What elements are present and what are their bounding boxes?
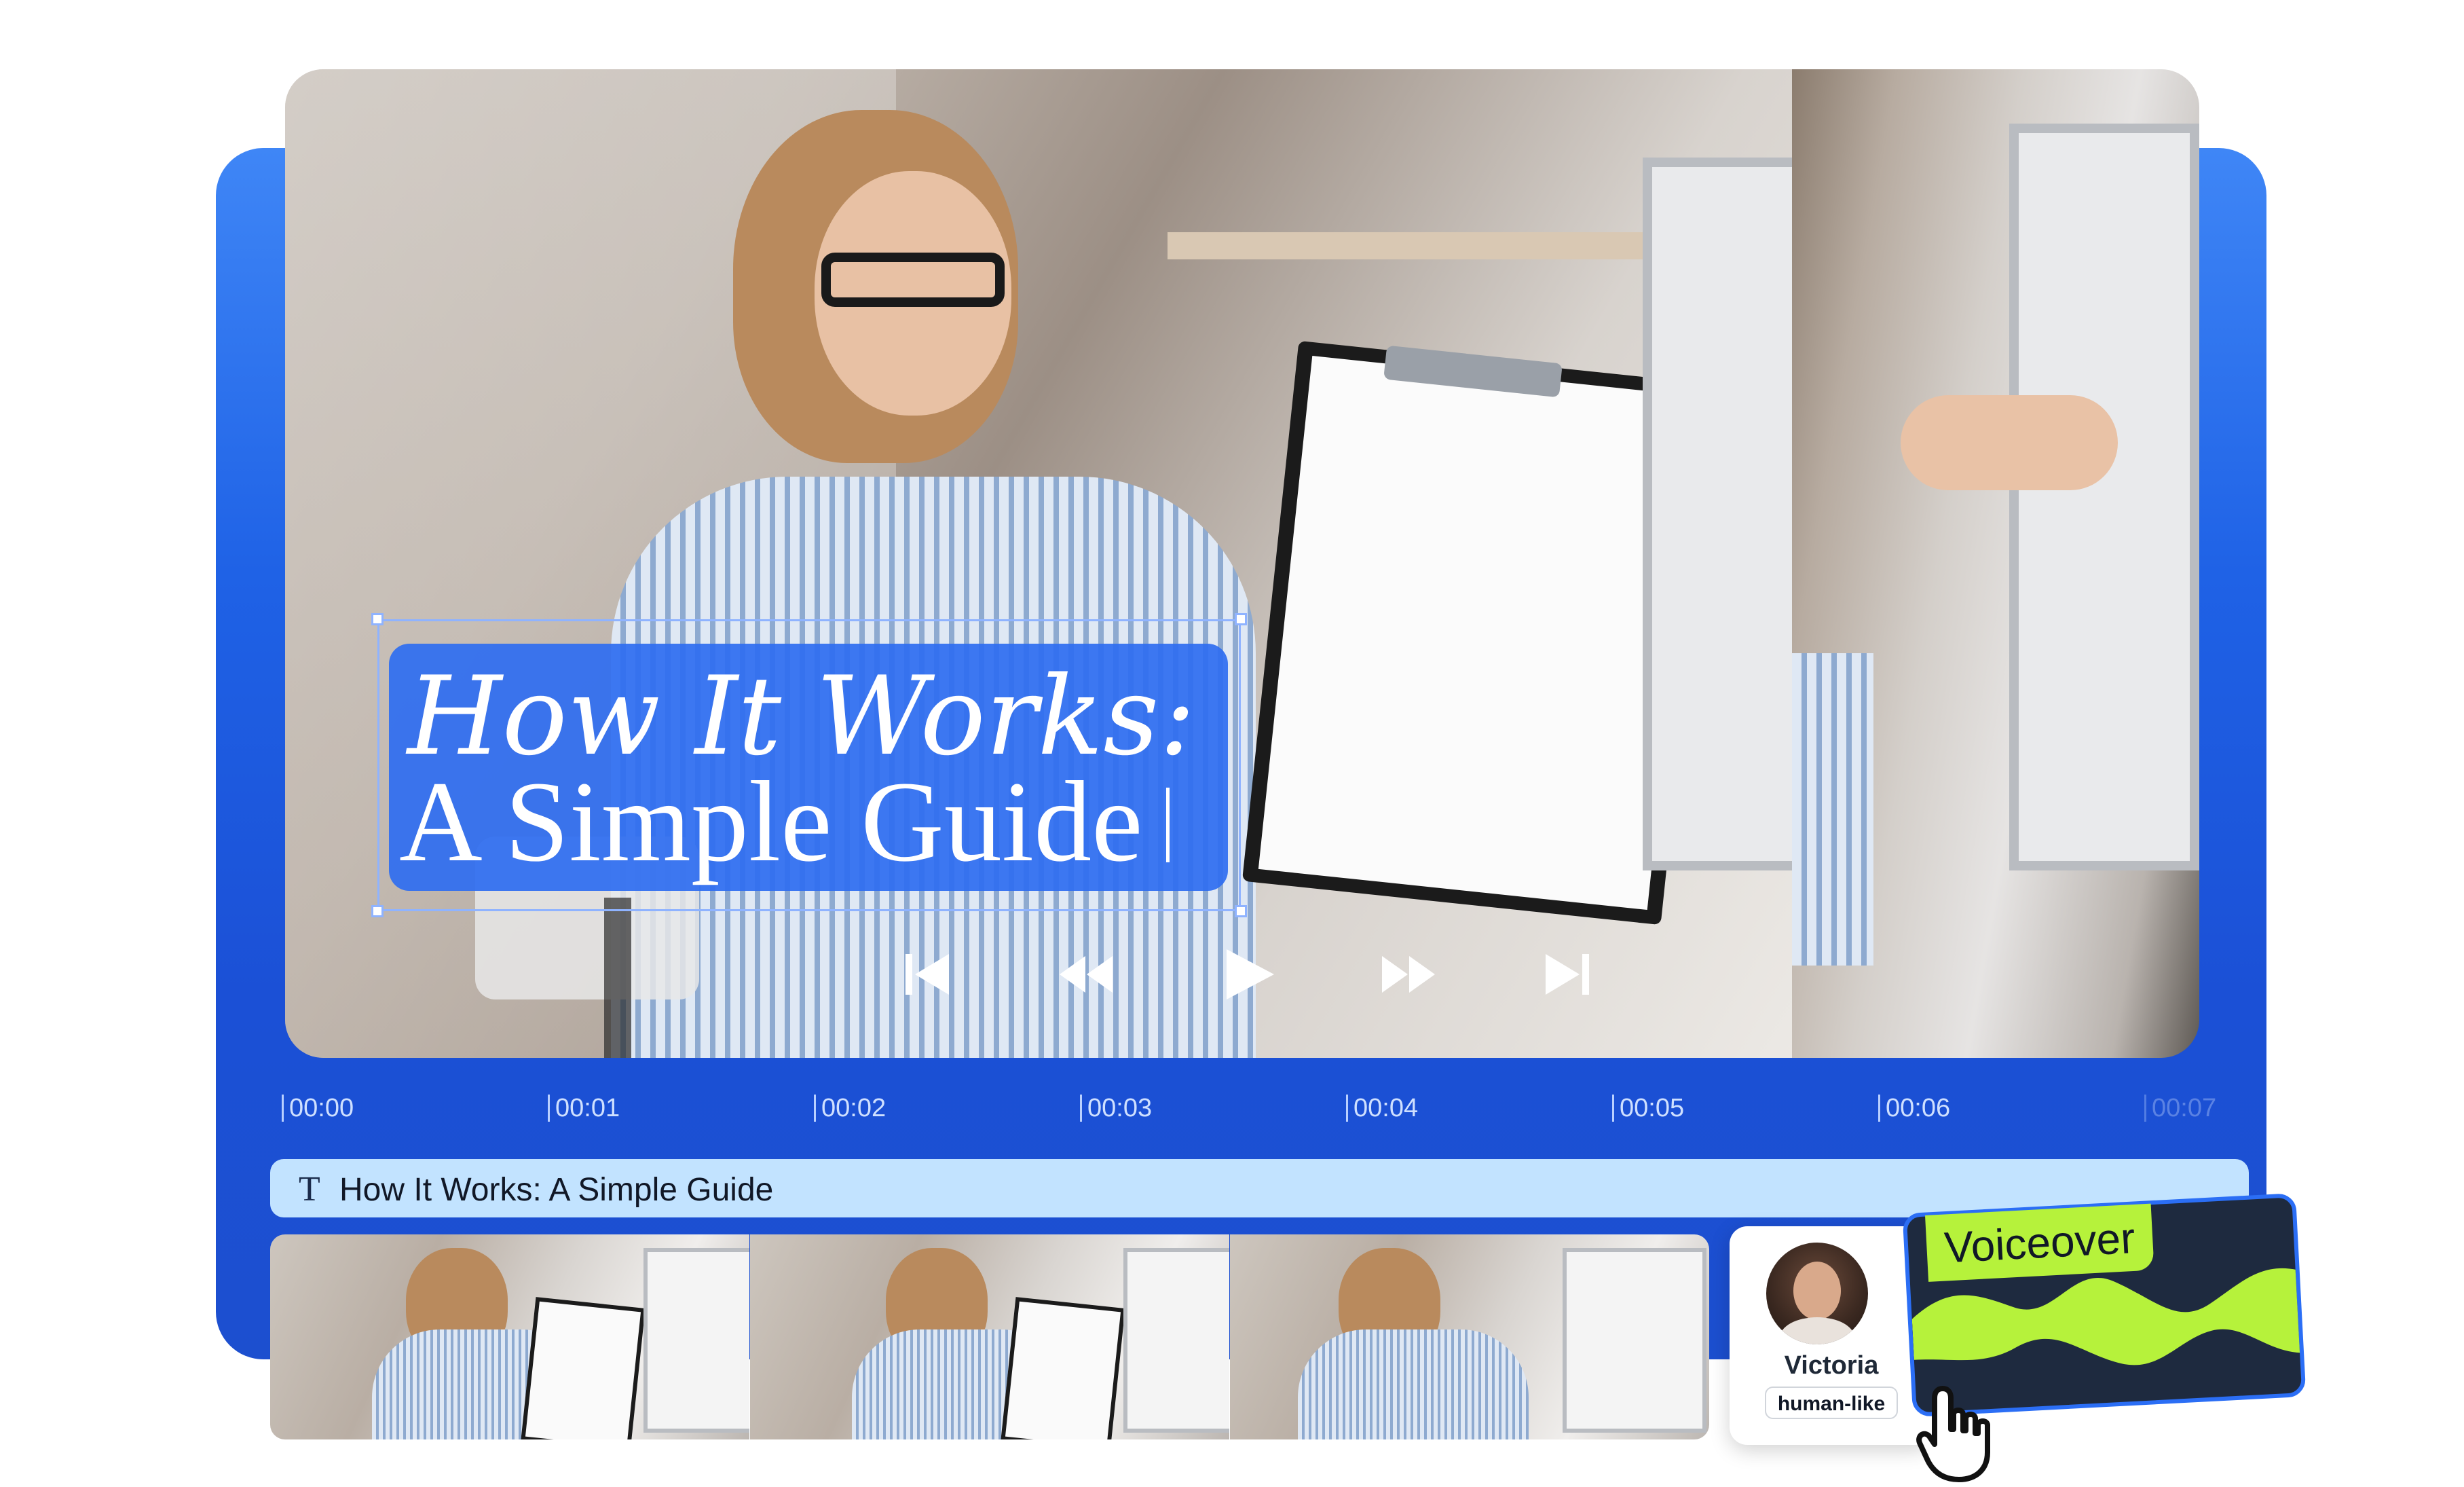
text-icon: T [299,1170,320,1209]
resize-handle[interactable] [1235,613,1247,625]
timeline-tick[interactable]: 00:05 [1612,1095,1684,1122]
text-cursor [1166,788,1170,862]
fast-forward-icon[interactable] [1378,944,1439,1005]
text-track-label: How It Works: A Simple Guide [339,1172,774,1208]
resize-handle[interactable] [1235,905,1247,917]
video-track[interactable] [270,1234,1709,1439]
skip-back-icon[interactable] [896,944,957,1005]
avatar [1766,1243,1868,1344]
hand-cursor-icon [1916,1382,1997,1484]
title-text-line2[interactable]: A Simple Guide [399,760,1143,883]
voice-name: Victoria [1784,1351,1879,1380]
timeline-tick[interactable]: 00:06 [1878,1095,1950,1122]
video-clip-thumbnail[interactable] [270,1234,749,1439]
timeline-tick[interactable]: 00:03 [1080,1095,1152,1122]
resize-handle[interactable] [371,905,384,917]
timeline-tick[interactable]: 00:02 [814,1095,886,1122]
video-preview-next-frame [1792,69,2199,1058]
video-clip-thumbnail[interactable] [1230,1234,1709,1439]
skip-forward-icon[interactable] [1537,944,1599,1005]
timeline-tick[interactable]: 00:07 [2144,1095,2216,1122]
video-clip-thumbnail[interactable] [750,1234,1229,1439]
voiceover-label: Voiceover [1925,1203,2154,1282]
rewind-icon[interactable] [1056,944,1117,1005]
timeline-tick[interactable]: 00:00 [282,1095,354,1122]
timeline-tick[interactable]: 00:04 [1346,1095,1418,1122]
play-icon[interactable] [1218,944,1280,1005]
resize-handle[interactable] [371,613,384,625]
timeline-tick[interactable]: 00:01 [548,1095,620,1122]
voice-tag: human-like [1765,1387,1898,1419]
